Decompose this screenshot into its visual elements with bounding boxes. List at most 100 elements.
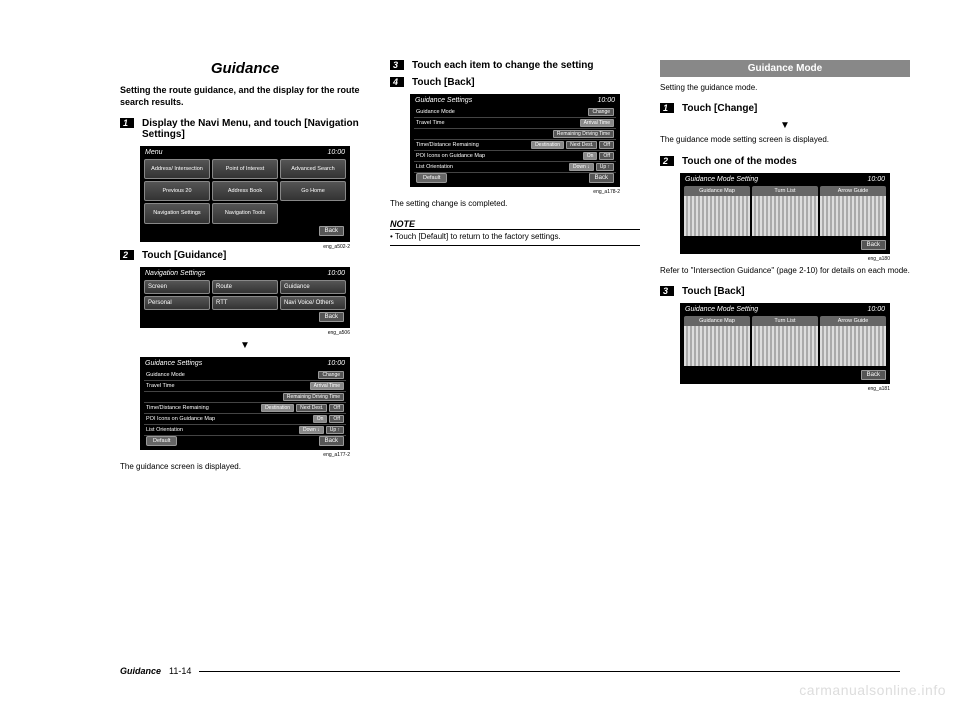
result-text: The guidance screen is displayed. — [120, 462, 370, 472]
step-number: 3 — [660, 286, 674, 296]
mode-thumb — [820, 196, 886, 236]
menu-button: Go Home — [280, 181, 346, 201]
caption: eng_a506 — [120, 330, 350, 336]
step-1: 1 Touch [Change] — [660, 103, 910, 114]
step-3: 3 Touch each item to change the setting — [390, 60, 640, 71]
option: On — [583, 152, 598, 160]
mode-thumb — [752, 196, 818, 236]
refer-text: Refer to "Intersection Guidance" (page 2… — [660, 266, 910, 276]
option: Off — [329, 404, 344, 412]
caption: eng_a177-2 — [120, 452, 350, 458]
step-4: 4 Touch [Back] — [390, 77, 640, 88]
option: Change — [318, 371, 344, 379]
mode-tab: Arrow Guide — [820, 186, 886, 196]
option: Remaining Driving Time — [283, 393, 344, 401]
screenshot-nav-settings: Navigation Settings 10:00 Screen Route G… — [140, 267, 350, 328]
page-footer: Guidance 11-14 — [120, 666, 900, 676]
column-3: Guidance Mode Setting the guidance mode.… — [660, 60, 910, 482]
option: Arrival Time — [580, 119, 614, 127]
option: Up ↑ — [596, 163, 614, 171]
step-number: 4 — [390, 77, 404, 87]
menu-button: Navigation Tools — [212, 203, 278, 223]
mode-tab: Turn List — [752, 186, 818, 196]
option: Arrival Time — [310, 382, 344, 390]
menu-button: Personal — [144, 296, 210, 310]
screen-time: 10:00 — [867, 306, 885, 313]
default-button: Default — [416, 173, 447, 183]
column-2: 3 Touch each item to change the setting … — [390, 60, 640, 482]
mode-thumb — [820, 326, 886, 366]
note-body: • Touch [Default] to return to the facto… — [390, 232, 640, 246]
option: Destination — [531, 141, 564, 149]
screen-title: Guidance Settings — [415, 97, 472, 104]
down-arrow-icon: ▼ — [120, 340, 370, 351]
mode-thumb — [752, 326, 818, 366]
result-text: The setting change is completed. — [390, 199, 640, 209]
option: Change — [588, 108, 614, 116]
step-text: Touch [Back] — [412, 77, 475, 88]
screen-title: Guidance Mode Setting — [685, 306, 758, 313]
screen-title: Navigation Settings — [145, 270, 205, 277]
subsection-intro: Setting the guidance mode. — [660, 83, 910, 93]
column-1: Guidance Setting the route guidance, and… — [120, 60, 370, 482]
step-number: 1 — [660, 103, 674, 113]
step-number: 2 — [660, 156, 674, 166]
mode-tab: Arrow Guide — [820, 316, 886, 326]
step-text: Touch [Change] — [682, 103, 757, 114]
screen-time: 10:00 — [867, 176, 885, 183]
option: Off — [599, 152, 614, 160]
menu-button: Guidance — [280, 280, 346, 294]
footer-page-num: 11-14 — [169, 666, 191, 676]
option: Destination — [261, 404, 294, 412]
screen-title: Guidance Settings — [145, 360, 202, 367]
down-arrow-icon: ▼ — [660, 120, 910, 131]
menu-button: Address/ Intersection — [144, 159, 210, 179]
row-label: POI Icons on Guidance Map — [146, 416, 311, 422]
step-text: Display the Navi Menu, and touch [Naviga… — [142, 118, 370, 140]
row-label: Travel Time — [416, 120, 578, 126]
subsection-header: Guidance Mode — [660, 60, 910, 77]
screen-time: 10:00 — [327, 149, 345, 156]
option: Off — [599, 141, 614, 149]
back-button: Back — [861, 240, 886, 250]
option: Down ↓ — [299, 426, 324, 434]
note-title: NOTE — [390, 219, 640, 230]
caption: eng_a178-2 — [390, 189, 620, 195]
row-label: Time/Distance Remaining — [416, 142, 529, 148]
option: On — [313, 415, 328, 423]
step-1: 1 Display the Navi Menu, and touch [Navi… — [120, 118, 370, 140]
step-2: 2 Touch [Guidance] — [120, 250, 370, 261]
menu-button: Address Book — [212, 181, 278, 201]
step-text: Touch one of the modes — [682, 156, 797, 167]
back-button: Back — [861, 370, 886, 380]
menu-button: Point of Interest — [212, 159, 278, 179]
option: Remaining Driving Time — [553, 130, 614, 138]
menu-button: RTT — [212, 296, 278, 310]
option: Next Dest. — [566, 141, 597, 149]
option: Down ↓ — [569, 163, 594, 171]
default-button: Default — [146, 436, 177, 446]
step-2: 2 Touch one of the modes — [660, 156, 910, 167]
caption: eng_a181 — [660, 386, 890, 392]
back-button: Back — [319, 226, 344, 236]
menu-button: Screen — [144, 280, 210, 294]
mode-tab: Guidance Map — [684, 316, 750, 326]
section-intro: Setting the route guidance, and the disp… — [120, 85, 370, 108]
screenshot-guidance-mode-2: Guidance Mode Setting 10:00 Guidance Map… — [680, 303, 890, 384]
back-button: Back — [319, 436, 344, 446]
row-label: List Orientation — [416, 164, 567, 170]
screen-time: 10:00 — [327, 360, 345, 367]
menu-button: Navigation Settings — [144, 203, 210, 223]
menu-button: Advanced Search — [280, 159, 346, 179]
caption: eng_a180 — [660, 256, 890, 262]
screenshot-guidance-settings: Guidance Settings 10:00 Guidance ModeCha… — [140, 357, 350, 450]
row-label: Guidance Mode — [146, 372, 316, 378]
option: Up ↑ — [326, 426, 344, 434]
screen-time: 10:00 — [327, 270, 345, 277]
option: Off — [329, 415, 344, 423]
row-label: Guidance Mode — [416, 109, 586, 115]
row-label: POI Icons on Guidance Map — [416, 153, 581, 159]
step-text: Touch each item to change the setting — [412, 60, 594, 71]
mode-thumb — [684, 326, 750, 366]
option: Next Dest. — [296, 404, 327, 412]
